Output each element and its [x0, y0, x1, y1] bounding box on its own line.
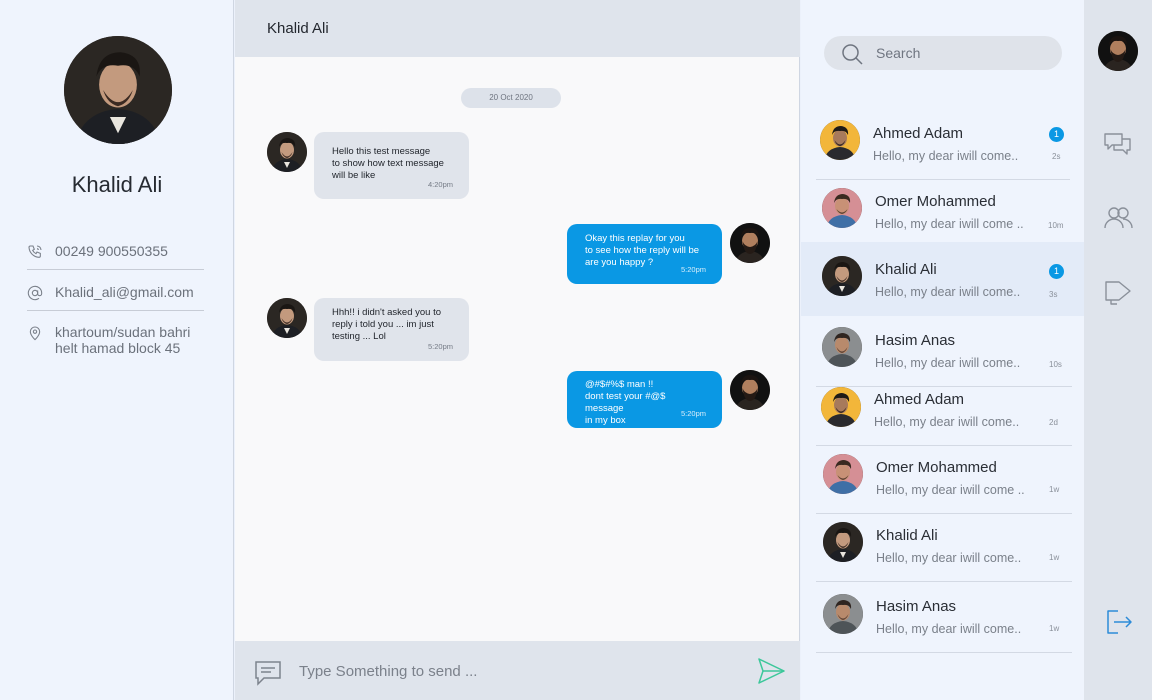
- contact-time: 2s: [1052, 152, 1061, 161]
- contact-preview: Hello, my dear iwill come..: [876, 622, 1022, 636]
- date-separator: 20 Oct 2020: [461, 88, 561, 108]
- contact-item[interactable]: Khalid Ali Hello, my dear iwill come.. 1…: [801, 514, 1084, 581]
- contact-time: 10m: [1048, 221, 1064, 230]
- contact-avatar: [822, 256, 862, 296]
- search-icon: [840, 42, 864, 66]
- contact-item[interactable]: Omer Mohammed Hello, my dear iwill come …: [801, 180, 1084, 242]
- message-icon: [254, 660, 282, 686]
- contact-name: Hasim Anas: [876, 598, 957, 615]
- unread-badge: 1: [1049, 127, 1064, 142]
- message-line: Hello this test message: [332, 146, 431, 157]
- contact-preview: Hello, my dear iwill come..: [875, 285, 1021, 299]
- contact-avatar: [823, 594, 863, 634]
- message-time: 5:20pm: [680, 409, 706, 418]
- contact-preview: Hello, my dear iwill come..: [874, 415, 1020, 429]
- contact-time: 3s: [1049, 290, 1058, 299]
- contact-time: 2d: [1049, 418, 1058, 427]
- message-incoming: Hello this test message to show how text…: [314, 132, 469, 199]
- contact-name: Hasim Anas: [875, 332, 956, 349]
- contact-item[interactable]: Ahmed Adam Hello, my dear iwill come.. 1…: [801, 110, 1084, 180]
- contact-item[interactable]: Hasim Anas Hello, my dear iwill come.. 1…: [801, 582, 1084, 652]
- contact-preview: Hello, my dear iwill come ..: [876, 483, 1025, 497]
- profile-phone: 00249 900550355: [55, 243, 168, 259]
- user-avatar[interactable]: [1098, 31, 1138, 71]
- logout-icon[interactable]: [1103, 607, 1133, 637]
- contact-preview: Hello, my dear iwill come..: [873, 149, 1019, 163]
- divider: [27, 310, 204, 311]
- contact-avatar: [823, 522, 863, 562]
- message-line: to show how text message: [332, 158, 444, 169]
- contact-name: Omer Mohammed: [876, 459, 997, 476]
- message-line: Hhh!! i didn't asked you to: [332, 307, 442, 318]
- profile-name: Khalid Ali: [71, 172, 163, 197]
- profile-address-row: khartoum/sudan bahri helt hamad block 45: [27, 324, 204, 356]
- message-time: 4:20pm: [427, 180, 453, 189]
- message-input[interactable]: [299, 658, 739, 684]
- message-time: 5:20pm: [427, 342, 453, 351]
- location-pin-icon: [27, 324, 55, 346]
- contact-preview: Hello, my dear iwill come..: [875, 356, 1021, 370]
- contact-item-active[interactable]: Khalid Ali Hello, my dear iwill come.. 1…: [801, 242, 1084, 316]
- contacts-panel: Ahmed Adam Hello, my dear iwill come.. 1…: [801, 0, 1084, 700]
- search-input[interactable]: [876, 43, 1046, 63]
- at-icon: [27, 284, 55, 306]
- contact-name: Ahmed Adam: [873, 125, 964, 142]
- message-line: to see how the reply will be: [585, 245, 700, 256]
- message-line: Okay this replay for you: [585, 233, 685, 244]
- divider: [27, 269, 204, 270]
- message-incoming: Hhh!! i didn't asked you to reply i told…: [314, 298, 469, 361]
- contact-item[interactable]: Omer Mohammed Hello, my dear iwill come …: [801, 446, 1084, 513]
- address-line-2: helt hamad block 45: [55, 340, 181, 356]
- contact-avatar: [821, 387, 861, 427]
- message-line: reply i told you ... im just: [332, 319, 434, 330]
- contact-time: 1w: [1049, 485, 1060, 494]
- contact-name: Khalid Ali: [875, 261, 937, 278]
- chats-icon[interactable]: [1103, 130, 1133, 160]
- sender-avatar: [267, 132, 307, 172]
- profile-email-row: Khalid_ali@gmail.com: [27, 284, 204, 306]
- contact-item[interactable]: Hasim Anas Hello, my dear iwill come.. 1…: [801, 316, 1084, 386]
- contact-item[interactable]: Ahmed Adam Hello, my dear iwill come.. 2…: [801, 387, 1084, 445]
- nav-rail: [1084, 0, 1152, 700]
- profile-panel: Khalid Ali 00249 900550355 Khalid_ali@gm…: [0, 0, 234, 700]
- contact-avatar: [822, 188, 862, 228]
- message-time: 5:20pm: [680, 265, 706, 274]
- announcements-icon[interactable]: [1103, 277, 1133, 307]
- contact-avatar: [820, 120, 860, 160]
- contact-name: Khalid Ali: [876, 527, 938, 544]
- contact-time: 10s: [1049, 360, 1062, 369]
- contacts-icon[interactable]: [1103, 203, 1133, 233]
- chat-title: Khalid Ali: [267, 20, 329, 37]
- contact-name: Ahmed Adam: [874, 391, 965, 408]
- message-outgoing: @#$#%$ man !! dont test your #@$ message…: [567, 371, 722, 428]
- contact-time: 1w: [1049, 624, 1060, 633]
- message-line: @#$#%$ man !!: [585, 379, 654, 390]
- message-composer: [235, 641, 800, 700]
- chat-header: Khalid Ali: [235, 0, 800, 57]
- chat-panel: Khalid Ali 20 Oct 2020 Hello this test m…: [235, 0, 800, 700]
- search-box: [824, 36, 1062, 70]
- send-icon[interactable]: [756, 656, 786, 686]
- address-line-1: khartoum/sudan bahri: [55, 324, 191, 340]
- contact-time: 1w: [1049, 553, 1060, 562]
- my-avatar: [730, 223, 770, 263]
- phone-icon: [27, 243, 55, 265]
- contact-preview: Hello, my dear iwill come..: [876, 551, 1022, 565]
- sender-avatar: [267, 298, 307, 338]
- contact-name: Omer Mohammed: [875, 193, 996, 210]
- profile-avatar: [64, 36, 172, 144]
- divider: [816, 652, 1072, 653]
- profile-phone-row: 00249 900550355: [27, 243, 204, 265]
- contact-avatar: [822, 327, 862, 367]
- profile-email: Khalid_ali@gmail.com: [55, 284, 194, 300]
- unread-badge: 1: [1049, 264, 1064, 279]
- contact-avatar: [823, 454, 863, 494]
- contact-preview: Hello, my dear iwill come ..: [875, 217, 1024, 231]
- my-avatar: [730, 370, 770, 410]
- message-outgoing: Okay this replay for you to see how the …: [567, 224, 722, 284]
- profile-address: khartoum/sudan bahri helt hamad block 45: [55, 324, 190, 356]
